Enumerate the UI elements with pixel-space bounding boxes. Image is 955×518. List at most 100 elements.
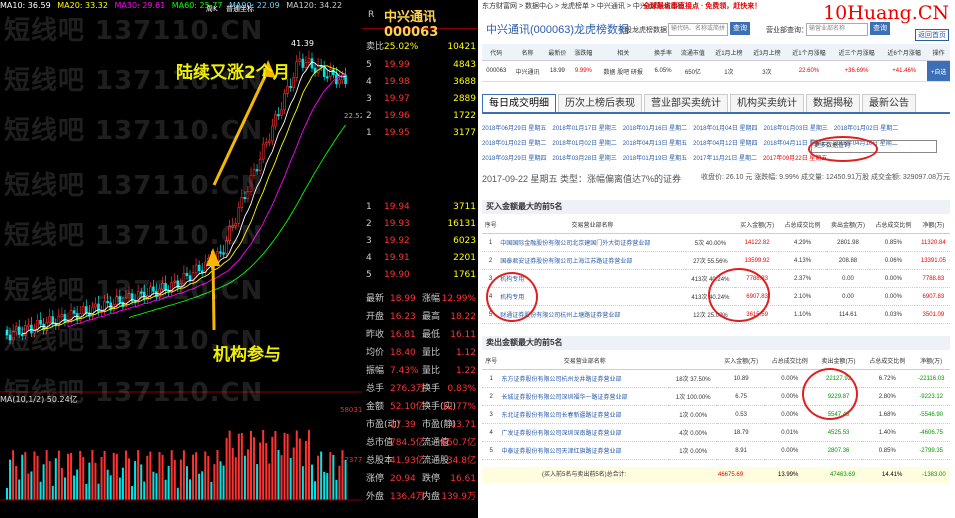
volume-bar bbox=[18, 479, 21, 500]
candle-body bbox=[271, 125, 274, 142]
summary-cell[interactable]: +自选 bbox=[927, 60, 950, 82]
watermark-text: 短线吧 137110.CN bbox=[4, 276, 264, 306]
candle-body bbox=[60, 314, 64, 317]
candle-body bbox=[72, 310, 76, 314]
summary-header: 代码 bbox=[482, 44, 511, 61]
buy-section-title: 买入金额最大的前5名 bbox=[482, 200, 950, 214]
summary-header: 近3月上榜 bbox=[747, 44, 786, 61]
tab-0[interactable]: 每日成交明细 bbox=[482, 94, 556, 112]
volume-bar bbox=[192, 454, 195, 500]
ask-level: 3 bbox=[366, 94, 372, 104]
info-line: 2017-09-22 星期五 类型：涨幅偏离值达7%的证券 收盘价: 26.10… bbox=[482, 172, 952, 186]
volume-bar bbox=[268, 463, 271, 500]
stat-row: 总手 276.3万 换手 0.83% bbox=[362, 382, 478, 397]
stat-value: 18.40 bbox=[390, 348, 416, 358]
volume-bar bbox=[63, 477, 66, 500]
volume-bar bbox=[234, 457, 237, 500]
highlight-circle bbox=[808, 136, 878, 162]
date-link[interactable]: 2018年01月02日 星期二 bbox=[482, 141, 546, 147]
watermark-text: 短线吧 137110.CN bbox=[4, 171, 264, 201]
tab-2[interactable]: 营业部买卖统计 bbox=[644, 94, 728, 112]
volume-bar bbox=[103, 450, 106, 500]
table-cell: 10.89 bbox=[717, 369, 765, 388]
volume-bar bbox=[182, 450, 185, 500]
date-link[interactable]: 2017年11月21日 星期二 bbox=[693, 156, 757, 162]
volume-bar bbox=[201, 471, 204, 500]
volume-bar bbox=[88, 462, 91, 500]
stat-row: 昨收 16.81 最低 16.11 bbox=[362, 328, 478, 343]
summary-cell: 中兴通讯 bbox=[510, 60, 545, 82]
date-link[interactable]: 2018年01月04日 星期四 bbox=[693, 126, 757, 132]
bid-level: 4 bbox=[366, 253, 372, 263]
candle-body bbox=[325, 76, 329, 79]
date-link[interactable]: 2018年04月13日 星期五 bbox=[623, 141, 687, 147]
date-link[interactable]: 2018年01月02日 星期二 bbox=[834, 126, 898, 132]
volume-bar bbox=[307, 430, 310, 500]
stat-value-2: 34.8亿 bbox=[446, 456, 476, 466]
date-link[interactable]: 2018年01月17日 星期三 bbox=[552, 126, 616, 132]
date-link[interactable]: 2018年01月19日 星期五 bbox=[623, 156, 687, 162]
bid-price: 19.93 bbox=[384, 219, 410, 229]
table-header: 占总成交比例 bbox=[764, 352, 815, 370]
stat-label: 开盘 bbox=[366, 312, 385, 322]
tab-5[interactable]: 最新公告 bbox=[862, 94, 916, 112]
stat-row: 总股本 41.93亿 流通股 34.8亿 bbox=[362, 454, 478, 469]
promo-link[interactable]: 全球最省事直接点 · 免费领，赶快来！ bbox=[643, 0, 761, 14]
date-link[interactable]: 2018年01月03日 星期三 bbox=[764, 126, 828, 132]
bid-level: 1 bbox=[366, 202, 372, 212]
stat-label-2: 换手 bbox=[422, 384, 441, 394]
summary-header: 名称 bbox=[510, 44, 545, 61]
volume-bar bbox=[274, 431, 277, 500]
date-link[interactable]: 2018年01月02日 星期二 bbox=[552, 141, 616, 147]
date-link[interactable]: 2018年04月12日 星期四 bbox=[693, 141, 757, 147]
bid-price: 19.94 bbox=[384, 202, 410, 212]
summary-header: 操作 bbox=[927, 44, 950, 61]
candle-body bbox=[277, 114, 280, 117]
volume-bar bbox=[161, 454, 164, 500]
dept-search-input[interactable]: 输营业部名称 bbox=[806, 23, 868, 36]
summary-cell[interactable]: 数据 股吧 研报 bbox=[596, 60, 651, 82]
summary-cell: 1次 bbox=[709, 60, 748, 82]
stat-row: 外盘 136.4万 内盘 139.9万 bbox=[362, 490, 478, 505]
home-button[interactable]: 返回首页 bbox=[915, 29, 949, 41]
volume-bar bbox=[54, 458, 57, 500]
stock-search-input[interactable]: 输代码、名称或简拼 bbox=[668, 23, 728, 36]
volume-bar bbox=[344, 459, 347, 500]
table-cell[interactable]: 中泰证券股份有限公司天津红旗路证券营业部 bbox=[500, 441, 670, 460]
table-cell[interactable]: 长城证券股份有限公司深圳福华一路证券营业部 bbox=[500, 387, 670, 406]
stock-title: 中兴通讯 000063 bbox=[384, 10, 439, 40]
ask-level: 2 bbox=[366, 111, 372, 121]
table-cell: 2807.36 bbox=[814, 441, 863, 460]
date-link[interactable]: 2018年03月28日 星期三 bbox=[552, 156, 616, 162]
table-cell: -4606.75 bbox=[912, 423, 950, 442]
dept-search-button[interactable]: 查询 bbox=[870, 22, 890, 35]
table-cell: 5次 40.00% bbox=[685, 233, 735, 252]
table-header: 卖出金额(万) bbox=[825, 216, 871, 234]
table-cell[interactable]: 东方证券股份有限公司杭州龙井路证券营业部 bbox=[500, 369, 670, 388]
bid-row: 5 19.90 1761 bbox=[362, 268, 478, 282]
stat-value: 784.5亿 bbox=[390, 438, 425, 448]
volume-bar bbox=[176, 487, 179, 500]
table-cell: 27次 55.56% bbox=[685, 251, 735, 270]
stat-label-2: 量比 bbox=[422, 366, 441, 376]
date-link[interactable]: 2018年06月29日 星期五 bbox=[482, 126, 546, 132]
table-cell[interactable]: 东北证券股份有限公司长春新疆路证券营业部 bbox=[500, 405, 670, 424]
table-cell: 13391.05 bbox=[916, 251, 950, 270]
ask-volume: 2889 bbox=[453, 94, 476, 104]
table-cell[interactable]: 中国国际金融股份有限公司北京建国门外大街证券营业部 bbox=[499, 233, 686, 252]
tab-3[interactable]: 机构买卖统计 bbox=[730, 94, 804, 112]
tab-4[interactable]: 数据揭秘 bbox=[806, 94, 860, 112]
stock-search-button[interactable]: 查询 bbox=[730, 22, 750, 35]
highlight-circle bbox=[802, 368, 858, 420]
table-cell[interactable]: 国泰君安证券股份有限公司上海江苏路证券营业部 bbox=[499, 251, 686, 270]
stat-label-2: 量比 bbox=[422, 348, 441, 358]
summary-header: 近三个月涨幅 bbox=[831, 44, 882, 61]
date-link[interactable]: 2018年01月16日 星期二 bbox=[623, 126, 687, 132]
tab-1[interactable]: 历次上榜后表现 bbox=[558, 94, 642, 112]
date-link[interactable]: 2018年03月29日 星期四 bbox=[482, 156, 546, 162]
table-cell: 0.85% bbox=[870, 233, 917, 252]
table-cell[interactable]: 广发证券股份有限公司深圳深南路证券营业部 bbox=[500, 423, 670, 442]
ask-price: 19.96 bbox=[384, 111, 410, 121]
high-price-label: 41.39 bbox=[291, 39, 314, 48]
stat-value-2: 18.22 bbox=[450, 312, 476, 322]
